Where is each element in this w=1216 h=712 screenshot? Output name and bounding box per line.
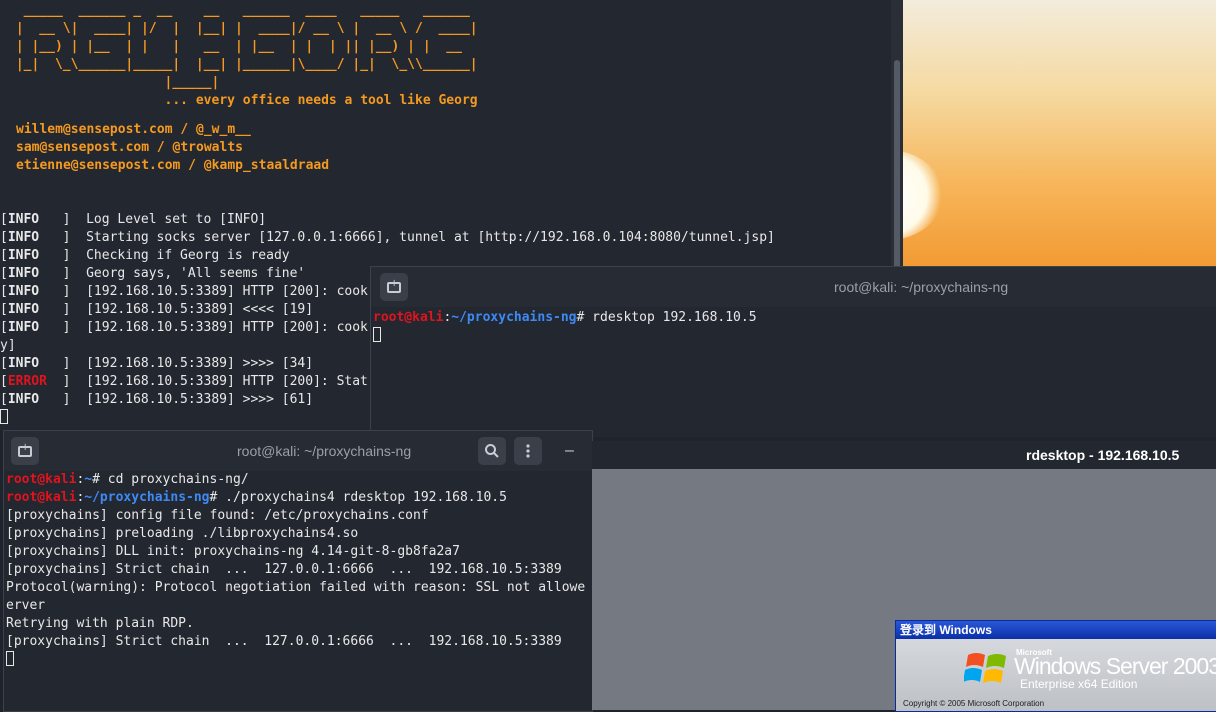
desktop-wallpaper [903, 0, 1216, 268]
author-contacts: willem@sensepost.com / @_w_m__ sam@sensep… [16, 121, 329, 175]
prompt-path: ~/proxychains-ng [451, 310, 577, 325]
typed-command: rdesktop 192.168.10.5 [592, 310, 757, 325]
output-line: Retrying with plain RDP. [6, 616, 194, 631]
rdesktop-titlebar[interactable]: rdesktop - 192.168.10.5 [592, 441, 1216, 469]
window-titlebar[interactable]: root@kali: ~/proxychains-ng – [4, 431, 592, 471]
output-line: Protocol(warning): Protocol negotiation … [6, 580, 586, 595]
log-level: ERROR [7, 374, 47, 389]
sun-glow [903, 150, 943, 240]
log-level: INFO [7, 302, 40, 317]
windows-server-banner: Microsoft Windows Server 2003 Enterprise… [896, 639, 1216, 711]
log-message: y] [0, 338, 16, 353]
log-level: INFO [7, 212, 40, 227]
contact-line: etienne@sensepost.com / @kamp_staaldraad [16, 158, 330, 173]
prompt-user: root@kali [6, 472, 77, 487]
log-level: INFO [7, 230, 40, 245]
typed-command: cd proxychains-ng/ [107, 472, 249, 487]
output-line: [proxychains] Strict chain ... 127.0.0.1… [6, 562, 562, 577]
typed-command: ./proxychains4 rdesktop 192.168.10.5 [225, 490, 507, 505]
windows-login-dialog[interactable]: 登录到 Windows Microsoft Windows Server 200… [895, 620, 1216, 712]
new-tab-icon[interactable] [11, 437, 39, 465]
login-dialog-title: 登录到 Windows [896, 621, 1216, 639]
rdesktop-title: rdesktop - 192.168.10.5 [1026, 447, 1180, 463]
window-title: root@kali: ~/proxychains-ng [834, 279, 1009, 295]
terminal-scrollbar[interactable] [891, 0, 903, 270]
new-tab-icon[interactable] [380, 273, 408, 301]
log-message: Starting socks server [127.0.0.1:6666], … [86, 230, 775, 245]
window-titlebar[interactable]: root@kali: ~/proxychains-ng [371, 267, 1216, 307]
product-edition: Enterprise x64 Edition [1020, 677, 1138, 691]
search-icon[interactable] [478, 437, 506, 465]
proxychains-front-terminal-window[interactable]: root@kali: ~/proxychains-ng – root@kali:… [3, 430, 593, 712]
log-message: [192.168.10.5:3389] HTTP [200]: cook [86, 320, 368, 335]
log-message: [192.168.10.5:3389] HTTP [200]: cook [86, 284, 368, 299]
proxychains-terminal-window[interactable]: root@kali: ~/proxychains-ng root@kali:~/… [370, 266, 1216, 437]
kebab-menu-icon[interactable] [514, 437, 542, 465]
output-line: erver [6, 598, 46, 613]
output-line: [proxychains] Strict chain ... 127.0.0.1… [6, 634, 562, 649]
regeorg-ascii-banner: _____ ______ _ __ __ ______ ____ _____ _… [15, 3, 478, 108]
log-level: INFO [7, 248, 40, 263]
contact-line: sam@sensepost.com / @trowalts [16, 140, 243, 155]
log-message: [192.168.10.5:3389] >>>> [34] [86, 356, 314, 371]
log-line: [INFO ] Starting socks server [127.0.0.1… [0, 230, 775, 245]
log-message: [192.168.10.5:3389] >>>> [61] [86, 392, 314, 407]
terminal-prompt-line: root@kali:~/proxychains-ng# rdesktop 192… [373, 309, 757, 345]
log-line: [INFO ] Checking if Georg is ready [0, 248, 290, 263]
windows-flag-icon [964, 653, 1006, 683]
prompt-user: root@kali [6, 490, 77, 505]
output-line: [proxychains] DLL init: proxychains-ng 4… [6, 544, 460, 559]
prompt-path: ~/proxychains-ng [84, 490, 210, 505]
output-line: [proxychains] config file found: /etc/pr… [6, 508, 429, 523]
prompt-user: root@kali [373, 310, 444, 325]
log-level: INFO [7, 266, 40, 281]
log-level: INFO [7, 320, 40, 335]
text-cursor [0, 409, 8, 424]
log-message: Log Level set to [INFO] [86, 212, 267, 227]
terminal-output: root@kali:~# cd proxychains-ng/ root@kal… [6, 471, 585, 669]
output-line: [proxychains] preloading ./libproxychain… [6, 526, 359, 541]
contact-line: willem@sensepost.com / @_w_m__ [16, 122, 251, 137]
log-message: [192.168.10.5:3389] HTTP [200]: Stat [86, 374, 368, 389]
log-line: [INFO ] Log Level set to [INFO] [0, 212, 267, 227]
text-cursor [6, 651, 14, 666]
product-name: Windows Server 2003 [1014, 653, 1216, 679]
copyright-text: Copyright © 2005 Microsoft Corporation [903, 699, 1045, 708]
log-level: INFO [7, 356, 40, 371]
scrollbar-thumb[interactable] [894, 60, 900, 270]
text-cursor [373, 327, 381, 342]
window-title: root@kali: ~/proxychains-ng [237, 443, 412, 459]
prompt-path: ~ [84, 472, 93, 487]
log-message: [192.168.10.5:3389] <<<< [19] [86, 302, 314, 317]
log-level: INFO [7, 284, 40, 299]
log-level: INFO [7, 392, 40, 407]
log-message: Georg says, 'All seems fine' [86, 266, 306, 281]
log-message: Checking if Georg is ready [86, 248, 290, 263]
minimize-icon[interactable]: – [565, 431, 574, 471]
